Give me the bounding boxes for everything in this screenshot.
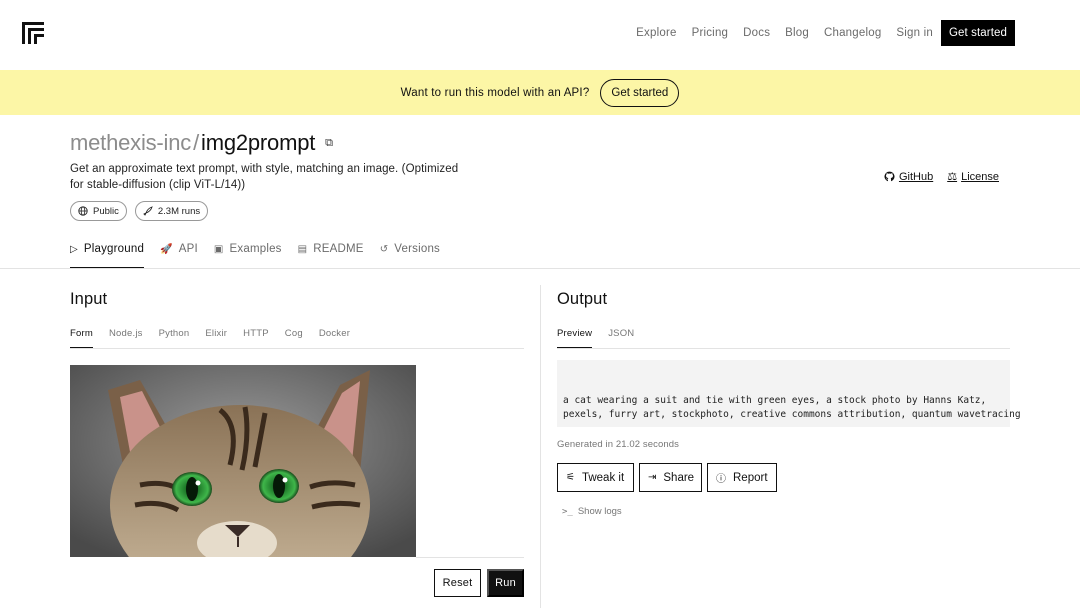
subtab-http[interactable]: HTTP: [243, 328, 269, 349]
input-image-preview[interactable]: [70, 365, 416, 557]
nav-sign-in-link[interactable]: Sign in: [896, 27, 933, 39]
show-logs-label: Show logs: [577, 506, 622, 517]
subtab-python[interactable]: Python: [159, 328, 190, 349]
external-links: GitHub ⚖ License: [870, 170, 999, 183]
document-icon: ▤: [297, 244, 308, 255]
run-button[interactable]: Run: [487, 569, 524, 597]
subtab-json[interactable]: JSON: [608, 328, 634, 349]
top-navigation: Explore Pricing Docs Blog Changelog Sign…: [0, 0, 1080, 70]
model-title: methexis-inc / img2prompt ⧉: [70, 130, 333, 156]
reset-button[interactable]: Reset: [434, 569, 481, 597]
subtab-nodejs[interactable]: Node.js: [109, 328, 143, 349]
model-owner-link[interactable]: methexis-inc: [70, 130, 191, 156]
subtab-elixir[interactable]: Elixir: [205, 328, 227, 349]
output-heading: Output: [557, 290, 608, 308]
nav-get-started-button[interactable]: Get started: [941, 19, 1015, 46]
tab-playground[interactable]: ▷ Playground: [70, 243, 145, 269]
output-subtabs-divider: [557, 348, 1010, 349]
runs-count: 2.3M runs: [157, 205, 201, 217]
show-logs-toggle[interactable]: >_ Show logs: [562, 506, 622, 517]
model-tabs: ▷ Playground 🚀 API ▣ Examples ▤ README ↺…: [70, 243, 456, 269]
banner-get-started-button[interactable]: Get started: [600, 78, 680, 107]
share-label: Share: [663, 471, 695, 484]
rocket-icon: [143, 206, 153, 216]
github-label: GitHub: [898, 170, 934, 183]
nav-blog-link[interactable]: Blog: [785, 27, 809, 39]
visibility-badge: Public: [70, 201, 127, 221]
share-icon: ⇥: [648, 472, 657, 483]
nav-changelog-link[interactable]: Changelog: [824, 27, 881, 39]
api-banner: Want to run this model with an API? Get …: [0, 70, 1080, 115]
sliders-icon: ⚟: [566, 472, 575, 483]
tab-examples-label: Examples: [229, 243, 282, 255]
tweak-label: Tweak it: [581, 471, 625, 484]
tab-examples[interactable]: ▣ Examples: [214, 243, 282, 269]
subtab-docker[interactable]: Docker: [319, 328, 350, 349]
subtab-form[interactable]: Form: [70, 328, 93, 349]
image-field-divider: [416, 557, 524, 558]
tab-readme[interactable]: ▤ README: [298, 243, 364, 269]
globe-icon: [78, 206, 88, 216]
github-icon: [884, 171, 895, 182]
subtab-preview[interactable]: Preview: [557, 328, 593, 349]
title-separator: /: [193, 130, 200, 155]
generation-time: Generated in 21.02 seconds: [557, 439, 679, 450]
alert-icon: ⓘ: [716, 474, 726, 485]
share-button[interactable]: ⇥ Share: [639, 463, 702, 492]
model-name: img2prompt: [201, 130, 316, 155]
copy-icon[interactable]: ⧉: [325, 137, 333, 150]
replicate-logo[interactable]: [21, 21, 45, 45]
terminal-icon: >_: [562, 506, 573, 517]
tab-api-label: API: [178, 243, 198, 255]
tabs-divider: [0, 268, 1080, 269]
tab-playground-label: Playground: [83, 243, 145, 255]
nav-pricing-link[interactable]: Pricing: [692, 27, 729, 39]
tab-versions[interactable]: ↺ Versions: [380, 243, 440, 269]
subtab-cog[interactable]: Cog: [285, 328, 303, 349]
output-subtabs: Preview JSON: [557, 328, 650, 349]
api-icon: 🚀: [160, 244, 173, 255]
tab-api[interactable]: 🚀 API: [160, 243, 198, 269]
banner-text: Want to run this model with an API?: [400, 86, 590, 99]
play-icon: ▷: [70, 244, 78, 255]
tab-versions-label: Versions: [394, 243, 440, 255]
license-link[interactable]: ⚖ License: [947, 170, 999, 184]
input-subtabs-divider: [70, 348, 524, 349]
license-label: License: [961, 170, 999, 183]
column-divider: [540, 285, 541, 608]
model-badges: Public 2.3M runs: [70, 201, 216, 221]
cat-image: [70, 365, 416, 557]
image-icon: ▣: [213, 244, 224, 255]
nav-docs-link[interactable]: Docs: [743, 27, 770, 39]
model-description: Get an approximate text prompt, with sty…: [70, 163, 459, 191]
tweak-button[interactable]: ⚟ Tweak it: [557, 463, 634, 492]
runs-badge: 2.3M runs: [134, 201, 209, 221]
input-heading: Input: [70, 290, 108, 308]
visibility-label: Public: [93, 205, 119, 217]
history-icon: ↺: [379, 244, 389, 255]
input-subtabs: Form Node.js Python Elixir HTTP Cog Dock…: [70, 328, 366, 349]
scale-icon: ⚖: [947, 171, 958, 183]
github-link[interactable]: GitHub: [884, 170, 933, 183]
output-text: a cat wearing a suit and tie with green …: [557, 360, 1021, 427]
report-label: Report: [733, 471, 768, 484]
report-button[interactable]: ⓘ Report: [707, 463, 777, 492]
nav-explore-link[interactable]: Explore: [636, 27, 676, 39]
tab-readme-label: README: [313, 243, 364, 255]
